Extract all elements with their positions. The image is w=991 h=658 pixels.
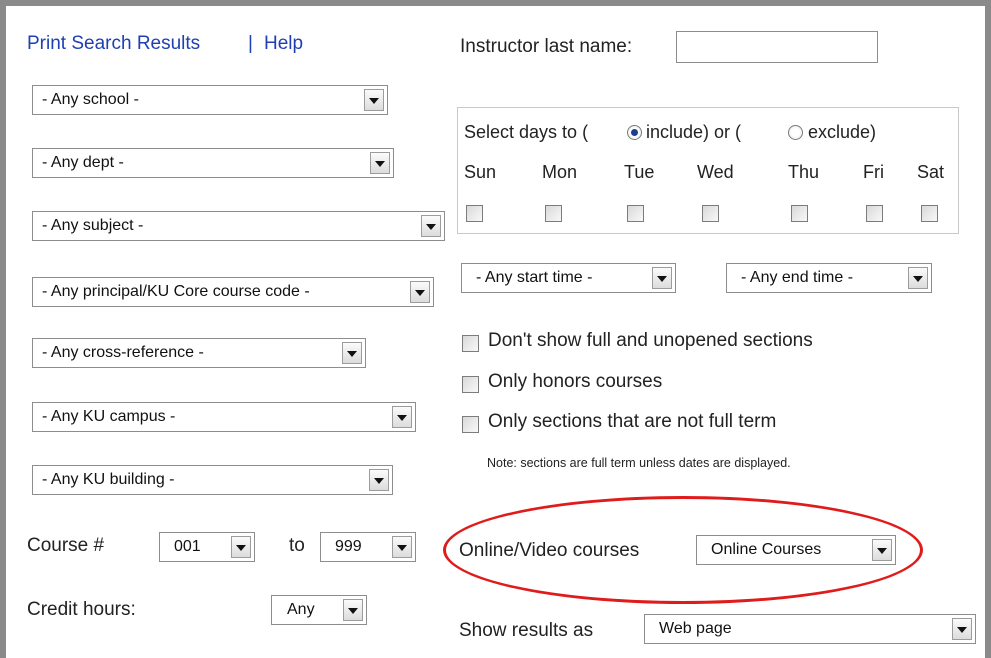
chevron-down-icon[interactable] — [652, 267, 672, 289]
campus-select-value: - Any KU campus - — [42, 408, 176, 425]
day-checkbox-mon[interactable] — [545, 205, 562, 222]
chevron-down-icon[interactable] — [392, 406, 412, 428]
chevron-down-icon[interactable] — [952, 618, 972, 640]
course-number-label: Course # — [27, 535, 105, 556]
chevron-down-icon[interactable] — [343, 599, 363, 621]
chevron-down-icon[interactable] — [370, 152, 390, 174]
chevron-down-icon[interactable] — [410, 281, 430, 303]
day-checkbox-wed[interactable] — [702, 205, 719, 222]
building-select-value: - Any KU building - — [42, 471, 175, 488]
start-time-value: - Any start time - — [476, 269, 593, 286]
online-video-label: Online/Video courses — [459, 540, 640, 561]
day-checkbox-sat[interactable] — [921, 205, 938, 222]
course-number-from-value: 001 — [174, 538, 201, 555]
frame-border-right — [985, 0, 991, 658]
frame-border-top — [0, 0, 991, 6]
not-full-term-label: Only sections that are not full term — [488, 411, 777, 432]
exclude-days-label: exclude) — [808, 122, 877, 142]
full-unopened-label: Don't show full and unopened sections — [488, 330, 813, 351]
frame-border-left — [0, 0, 6, 658]
building-select[interactable]: - Any KU building - — [32, 465, 393, 495]
day-label-fri: Fri — [863, 162, 884, 182]
day-label-tue: Tue — [624, 162, 655, 182]
core-course-code-select[interactable]: - Any principal/KU Core course code - — [32, 277, 434, 307]
end-time-value: - Any end time - — [741, 269, 854, 286]
honors-label: Only honors courses — [488, 371, 663, 392]
instructor-last-name-input[interactable] — [676, 31, 878, 63]
show-results-value: Web page — [659, 620, 732, 637]
full-term-note: Note: sections are full term unless date… — [487, 456, 791, 470]
day-label-thu: Thu — [788, 162, 820, 182]
credit-hours-value: Any — [287, 601, 315, 618]
day-checkbox-thu[interactable] — [791, 205, 808, 222]
chevron-down-icon[interactable] — [908, 267, 928, 289]
subject-select[interactable]: - Any subject - — [32, 211, 445, 241]
online-video-value: Online Courses — [711, 541, 822, 558]
full-unopened-checkbox[interactable] — [462, 335, 479, 352]
day-label-wed: Wed — [697, 162, 734, 182]
start-time-select[interactable]: - Any start time - — [461, 263, 676, 293]
day-checkbox-fri[interactable] — [866, 205, 883, 222]
school-select[interactable]: - Any school - — [32, 85, 388, 115]
chevron-down-icon[interactable] — [392, 536, 412, 558]
include-days-label: include) or ( — [646, 122, 742, 142]
credit-hours-label: Credit hours: — [27, 599, 136, 620]
campus-select[interactable]: - Any KU campus - — [32, 402, 416, 432]
cross-reference-select[interactable]: - Any cross-reference - — [32, 338, 366, 368]
chevron-down-icon[interactable] — [421, 215, 441, 237]
instructor-label: Instructor last name: — [460, 36, 633, 57]
chevron-down-icon[interactable] — [872, 539, 892, 561]
day-label-mon: Mon — [542, 162, 578, 182]
search-form: Print Search Results | Help - Any school… — [0, 0, 991, 658]
exclude-days-radio[interactable] — [788, 125, 803, 140]
dept-select-value: - Any dept - — [42, 154, 124, 171]
days-prompt-text: Select days to ( — [464, 122, 589, 142]
day-checkbox-sun[interactable] — [466, 205, 483, 222]
show-results-label: Show results as — [459, 620, 594, 641]
dept-select[interactable]: - Any dept - — [32, 148, 394, 178]
not-full-term-checkbox[interactable] — [462, 416, 479, 433]
course-number-to-label: to — [289, 535, 305, 556]
honors-checkbox[interactable] — [462, 376, 479, 393]
day-label-sun: Sun — [464, 162, 497, 182]
include-days-radio[interactable] — [627, 125, 642, 140]
course-number-from-select[interactable]: 001 — [159, 532, 255, 562]
end-time-select[interactable]: - Any end time - — [726, 263, 932, 293]
day-checkbox-tue[interactable] — [627, 205, 644, 222]
day-label-sat: Sat — [917, 162, 945, 182]
help-link[interactable]: Help — [264, 33, 303, 55]
course-number-to-select[interactable]: 999 — [320, 532, 416, 562]
show-results-select[interactable]: Web page — [644, 614, 976, 644]
online-video-select[interactable]: Online Courses — [696, 535, 896, 565]
chevron-down-icon[interactable] — [231, 536, 251, 558]
chevron-down-icon[interactable] — [369, 469, 389, 491]
cross-reference-select-value: - Any cross-reference - — [42, 344, 204, 361]
school-select-value: - Any school - — [42, 91, 139, 108]
chevron-down-icon[interactable] — [364, 89, 384, 111]
credit-hours-select[interactable]: Any — [271, 595, 367, 625]
print-search-results-link[interactable]: Print Search Results — [27, 33, 200, 55]
subject-select-value: - Any subject - — [42, 217, 144, 234]
core-course-code-select-value: - Any principal/KU Core course code - — [42, 283, 310, 300]
chevron-down-icon[interactable] — [342, 342, 362, 364]
course-number-to-value: 999 — [335, 538, 362, 555]
link-separator: | — [248, 33, 253, 54]
